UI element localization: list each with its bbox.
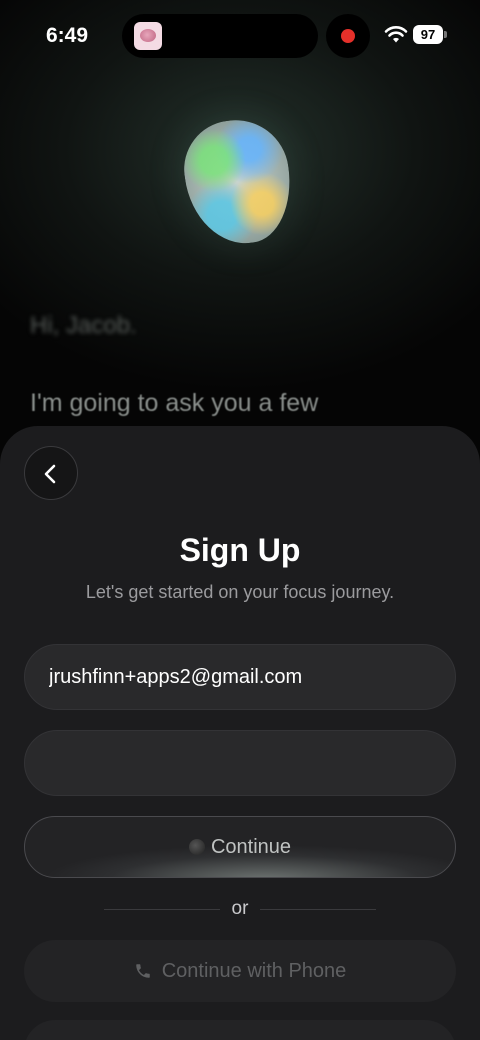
dynamic-island[interactable] (122, 14, 318, 58)
or-label: or (231, 898, 249, 919)
continue-label: Continue (210, 836, 292, 858)
record-dot-icon (341, 29, 355, 43)
battery-nub (444, 31, 447, 38)
email-field[interactable] (24, 644, 456, 710)
phone-button-label: Continue with Phone (161, 960, 347, 982)
status-bar: 6:49 97 (0, 0, 480, 70)
page-title: Sign Up (179, 532, 301, 568)
screen-recording-indicator[interactable] (326, 14, 370, 58)
app-thumbnail-icon (134, 22, 162, 50)
or-divider: or (0, 898, 480, 922)
battery-indicator: 97 (413, 25, 443, 44)
divider-line-right (260, 909, 376, 910)
continue-button[interactable]: Continue (24, 816, 456, 878)
wifi-icon (384, 26, 408, 43)
status-time: 6:49 (46, 24, 89, 47)
additional-signin-button[interactable] (24, 1020, 456, 1040)
background-greeting: Hi, Jacob. (30, 312, 137, 339)
loading-spinner-icon (188, 839, 205, 855)
sign-up-sheet: Sign Up Let's get started on your focus … (0, 426, 480, 1040)
continue-with-phone-button[interactable]: Continue with Phone (24, 940, 456, 1002)
background-message: I'm going to ask you a few (30, 389, 319, 417)
password-field[interactable] (24, 730, 456, 796)
page-subtitle: Let's get started on your focus journey. (85, 582, 395, 602)
phone-icon (135, 964, 150, 978)
chevron-left-icon (44, 464, 56, 484)
back-button[interactable] (24, 446, 78, 500)
